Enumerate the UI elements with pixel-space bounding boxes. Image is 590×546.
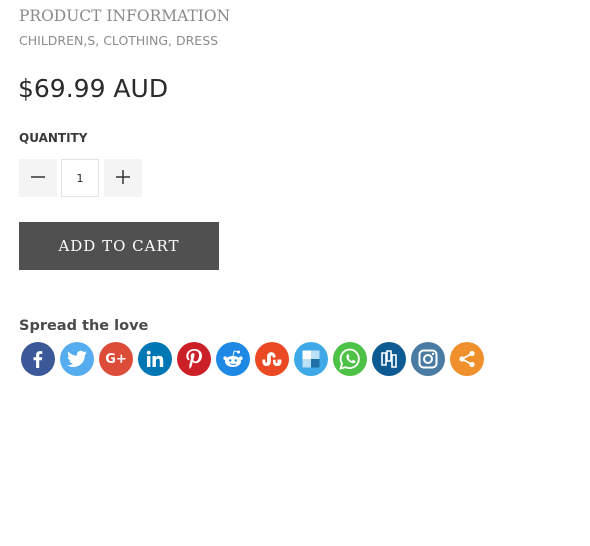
quantity-label: QUANTITY bbox=[19, 131, 88, 145]
share-facebook-button[interactable] bbox=[21, 342, 55, 376]
whatsapp-icon bbox=[339, 348, 361, 370]
twitter-icon bbox=[67, 350, 87, 368]
share-stumbleupon-button[interactable] bbox=[255, 342, 289, 376]
product-information-heading: PRODUCT INFORMATION bbox=[19, 7, 231, 25]
reddit-icon bbox=[222, 350, 244, 368]
share-google-plus-button[interactable]: G+ bbox=[99, 342, 133, 376]
add-to-cart-button[interactable]: ADD TO CART bbox=[19, 222, 219, 270]
share-instagram-button[interactable] bbox=[411, 342, 445, 376]
share-heading: Spread the love bbox=[19, 318, 149, 334]
share-whatsapp-button[interactable] bbox=[333, 342, 367, 376]
share-delicious-button[interactable] bbox=[294, 342, 328, 376]
share-pinterest-button[interactable] bbox=[177, 342, 211, 376]
product-tags: CHILDREN,S, CLOTHING, DRESS bbox=[19, 33, 218, 48]
tag-link[interactable]: CHILDREN,S bbox=[19, 33, 95, 48]
google-plus-icon: G+ bbox=[105, 351, 127, 367]
pinterest-icon bbox=[186, 349, 202, 369]
delicious-icon bbox=[302, 350, 320, 368]
share-reddit-button[interactable] bbox=[216, 342, 250, 376]
share-more-button[interactable] bbox=[450, 342, 484, 376]
stumbleupon-icon bbox=[262, 352, 282, 366]
plus-icon bbox=[116, 169, 130, 187]
instagram-icon bbox=[418, 349, 438, 369]
tag-link[interactable]: DRESS bbox=[176, 33, 218, 48]
share-mix-button[interactable] bbox=[372, 342, 406, 376]
share-icon bbox=[458, 350, 476, 368]
tag-separator: , bbox=[95, 33, 104, 48]
share-twitter-button[interactable] bbox=[60, 342, 94, 376]
product-price: $69.99 AUD bbox=[18, 74, 169, 103]
minus-icon bbox=[31, 170, 45, 187]
linkedin-icon bbox=[146, 350, 164, 368]
facebook-icon bbox=[29, 350, 47, 368]
quantity-decrease-button[interactable] bbox=[19, 159, 57, 197]
quantity-input[interactable] bbox=[61, 159, 99, 197]
share-linkedin-button[interactable] bbox=[138, 342, 172, 376]
tag-link[interactable]: CLOTHING bbox=[103, 33, 168, 48]
quantity-increase-button[interactable] bbox=[104, 159, 142, 197]
tag-separator: , bbox=[168, 33, 176, 48]
mix-icon bbox=[379, 349, 399, 369]
